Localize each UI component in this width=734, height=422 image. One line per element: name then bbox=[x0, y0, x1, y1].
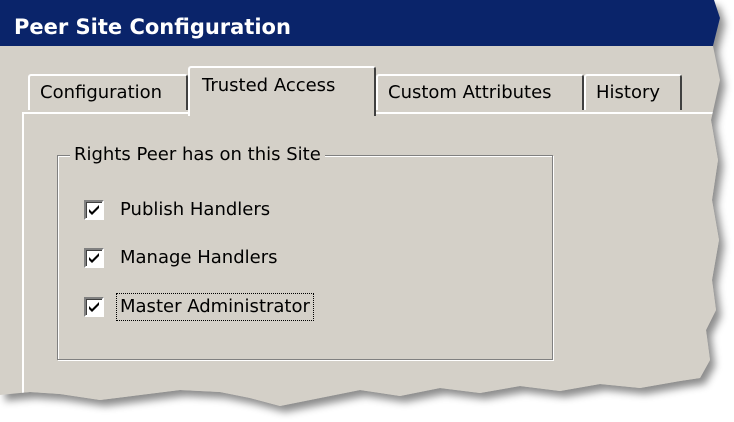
checkbox-label: Publish Handlers bbox=[120, 199, 271, 220]
checkmark-icon bbox=[89, 205, 99, 215]
group-box-title: Rights Peer has on this Site bbox=[70, 144, 325, 166]
checkbox-box[interactable] bbox=[84, 297, 104, 317]
tab-label: History bbox=[596, 82, 661, 103]
tab-custom-attributes[interactable]: Custom Attributes bbox=[376, 74, 584, 110]
title-bar: Peer Site Configuration bbox=[0, 0, 720, 46]
screenshot-stage: Peer Site Configuration Configuration Tr… bbox=[0, 0, 734, 422]
checkbox-label: Master Administrator bbox=[116, 293, 314, 321]
tab-label: Configuration bbox=[40, 82, 163, 103]
checkbox-label: Manage Handlers bbox=[120, 247, 278, 268]
tab-label: Trusted Access bbox=[202, 75, 336, 96]
checkbox-box[interactable] bbox=[84, 200, 104, 220]
tab-label: Custom Attributes bbox=[388, 82, 552, 103]
dialog-window: Peer Site Configuration Configuration Tr… bbox=[0, 0, 734, 422]
checkmark-icon bbox=[89, 302, 99, 312]
tab-trusted-access[interactable]: Trusted Access bbox=[188, 66, 376, 116]
checkmark-icon bbox=[89, 253, 99, 263]
dialog-body: Peer Site Configuration Configuration Tr… bbox=[0, 0, 720, 406]
tab-history[interactable]: History bbox=[584, 74, 682, 110]
tab-configuration[interactable]: Configuration bbox=[28, 74, 188, 110]
window-title: Peer Site Configuration bbox=[14, 15, 291, 39]
checkbox-box[interactable] bbox=[84, 248, 104, 268]
